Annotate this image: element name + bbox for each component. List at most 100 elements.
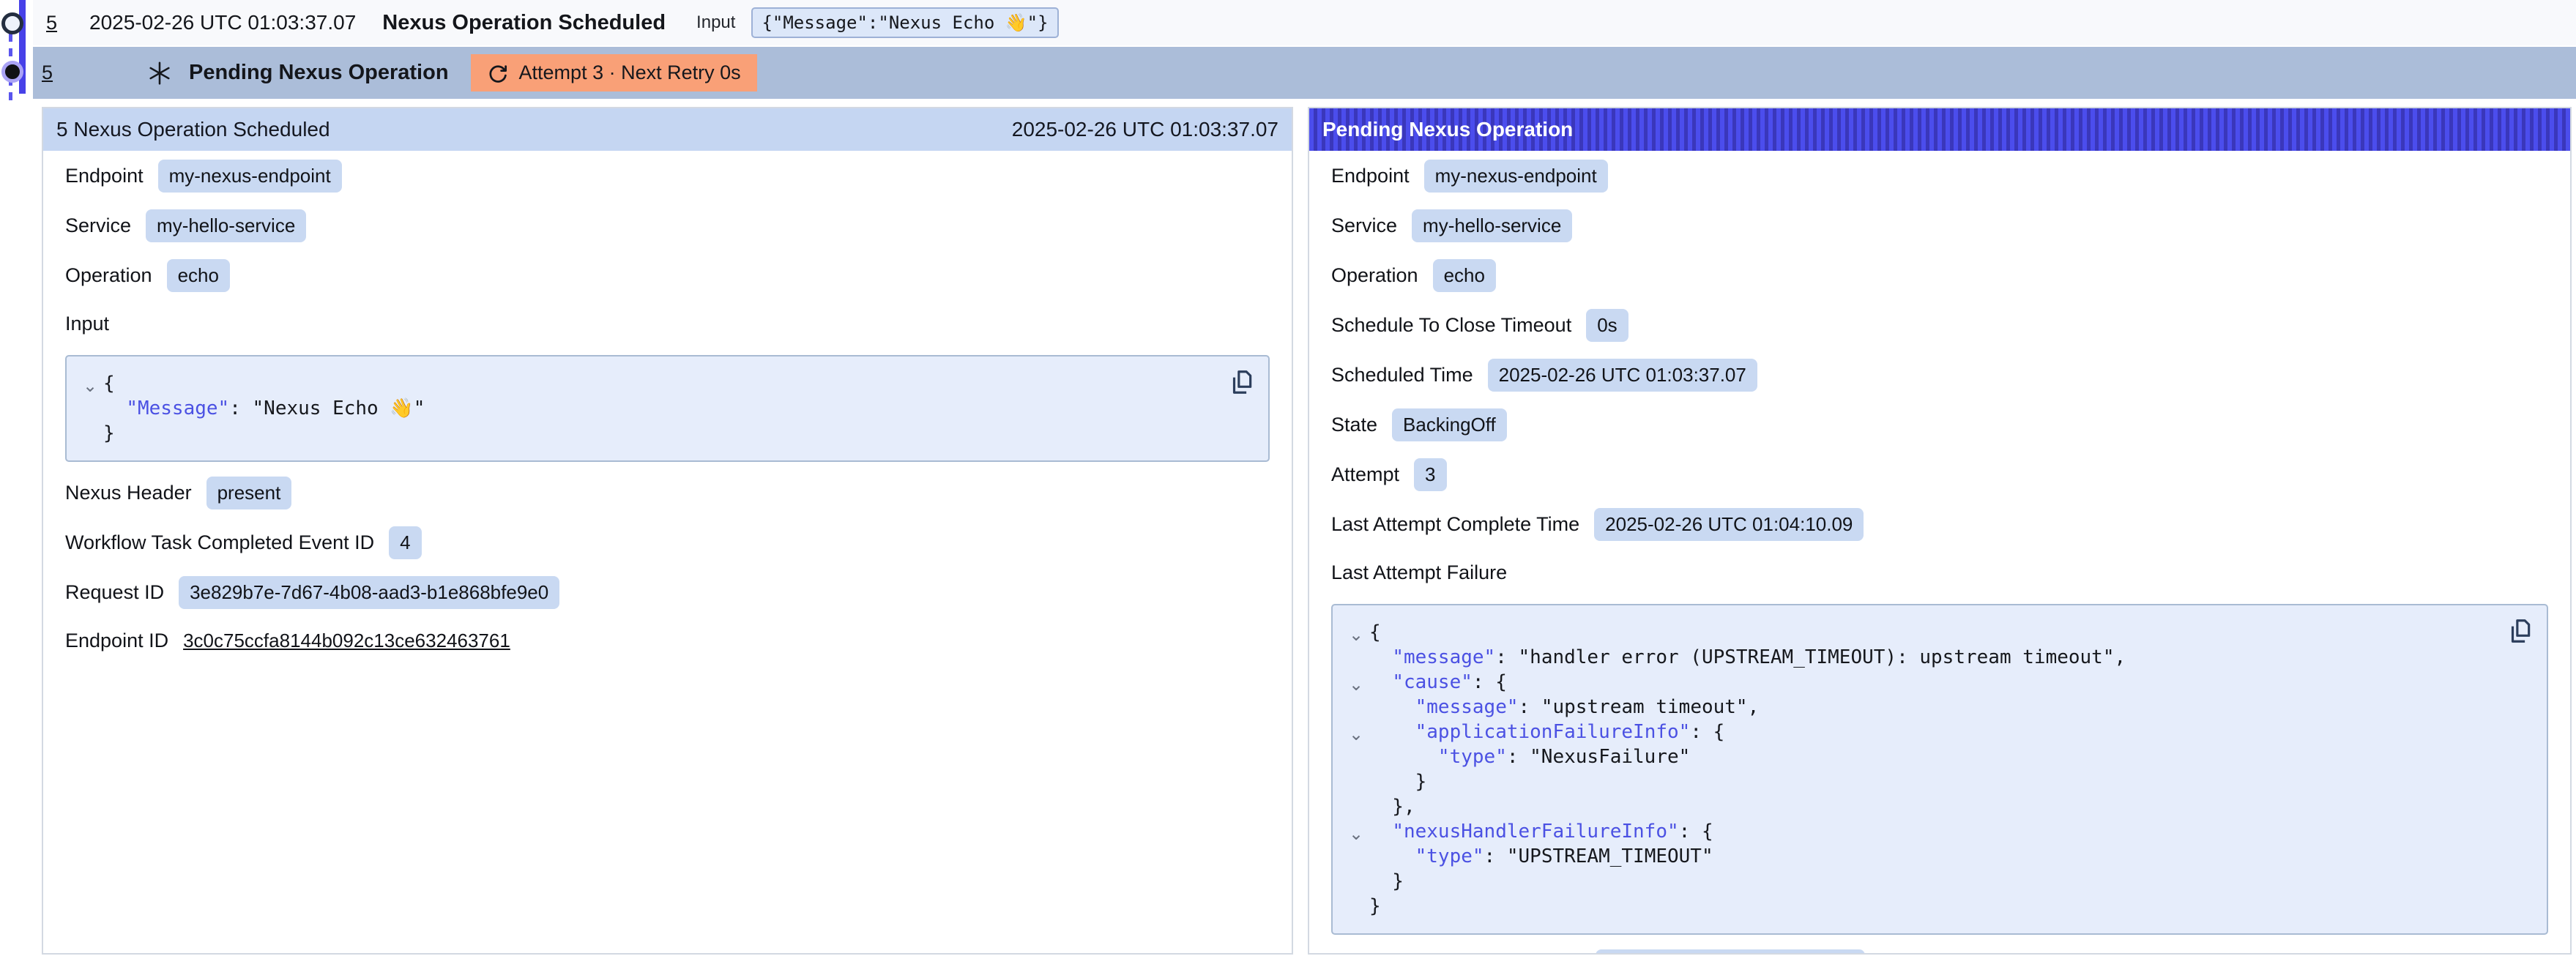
endpoint-id-value[interactable]: 3c0c75ccfa8144b092c13ce632463761 <box>183 628 510 654</box>
pending-operation-panel: Pending Nexus Operation Endpoint my-nexus… <box>1308 107 2572 955</box>
workflow-event-history-screen: 5 2025-02-26 UTC 01:03:37.07 Nexus Opera… <box>0 0 2576 956</box>
last-attempt-complete-time-value: 2025-02-26 UTC 01:04:10.09 <box>1594 508 1864 541</box>
code-line-text: } <box>1369 894 1381 919</box>
last-attempt-failure-field: Last Attempt Failure <box>1331 558 2548 587</box>
event-row-pending-nexus-operation[interactable]: 5 Pending Nexus Operation Attempt 3 · Ne… <box>33 47 2576 99</box>
workflow-task-completed-event-id-value: 4 <box>389 526 421 559</box>
code-line-text: { <box>103 371 115 396</box>
event-detail-panel-timestamp: 2025-02-26 UTC 01:03:37.07 <box>1012 118 1278 141</box>
event-detail-panel: 5 Nexus Operation Scheduled 2025-02-26 U… <box>42 107 1293 955</box>
input-json-block: ⌄{ "Message": "Nexus Echo 👋"} <box>65 355 1270 462</box>
last-attempt-complete-time-label: Last Attempt Complete Time <box>1331 513 1579 536</box>
event-input-preview-chip: {"Message":"Nexus Echo 👋"} <box>751 7 1058 38</box>
endpoint-id-label: Endpoint ID <box>65 630 168 652</box>
pending-operation-fields-top: Endpoint my-nexus-endpoint Service my-hello… <box>1331 160 2548 587</box>
event-detail-fields-top: Endpoint my-nexus-endpoint Service my-hello… <box>65 160 1270 338</box>
code-line-text: "type": "NexusFailure" <box>1369 744 1690 769</box>
event-detail-panel-body: Endpoint my-nexus-endpoint Service my-hello… <box>43 160 1292 679</box>
next-attempt-schedule-time-field: Next Attempt Schedule Time2025-02-26 UTC… <box>1331 949 2548 955</box>
event-detail-fields-bottom: Nexus HeaderpresentWorkflow Task Complet… <box>65 477 1270 655</box>
attempt-label: Attempt <box>1331 463 1399 486</box>
copy-button[interactable] <box>2503 614 2536 650</box>
operation-label: Operation <box>65 264 152 287</box>
operation-value: echo <box>1433 259 1496 292</box>
event-id-link[interactable]: 5 <box>46 12 57 34</box>
code-gutter <box>1343 772 1369 797</box>
code-line-text: } <box>1369 769 1426 794</box>
code-line-text: "type": "UPSTREAM_TIMEOUT" <box>1369 844 1713 869</box>
service-label: Service <box>65 214 131 237</box>
code-gutter <box>1343 698 1369 722</box>
request-id-field: Request ID 3e829b7e-7d67-4b08-aad3-b1e868… <box>65 576 1270 609</box>
nexus-header-field: Nexus Header present <box>65 477 1270 509</box>
code-line-text: { <box>1369 620 1381 645</box>
request-id-label: Request ID <box>65 581 164 604</box>
schedule-to-close-timeout-label: Schedule To Close Timeout <box>1331 314 1571 337</box>
code-gutter <box>77 399 103 424</box>
service-field: Service my-hello-service <box>65 209 1270 242</box>
operation-field: Operation echo <box>65 259 1270 292</box>
service-label: Service <box>1331 214 1397 237</box>
scheduled-time-field: Scheduled Time2025-02-26 UTC 01:03:37.07 <box>1331 359 2548 392</box>
timeline-marker-current-icon <box>1 61 23 83</box>
code-gutter <box>1343 747 1369 772</box>
collapse-chevron-icon[interactable]: ⌄ <box>1343 623 1369 648</box>
endpoint-value: my-nexus-endpoint <box>158 160 342 193</box>
service-value: my-hello-service <box>1412 209 1572 242</box>
timeline-rail <box>0 0 33 102</box>
attempt-field: Attempt 3 <box>1331 458 2548 491</box>
code-line-text: }, <box>1369 794 1415 819</box>
code-gutter <box>1343 847 1369 872</box>
pending-event-id-link[interactable]: 5 <box>42 61 53 84</box>
endpoint-label: Endpoint <box>1331 165 1410 187</box>
request-id-value: 3e829b7e-7d67-4b08-aad3-b1e868bfe9e0 <box>179 576 559 609</box>
timeline-marker-open-icon <box>1 12 23 34</box>
service-value: my-hello-service <box>146 209 306 242</box>
last-attempt-failure-label: Last Attempt Failure <box>1331 561 1507 584</box>
code-line-text: } <box>1369 869 1404 894</box>
endpoint-field: Endpoint my-nexus-endpoint <box>1331 160 2548 193</box>
collapse-chevron-icon[interactable]: ⌄ <box>1343 722 1369 747</box>
nexus-header-label: Nexus Header <box>65 482 192 504</box>
pending-operation-panel-title: Pending Nexus Operation <box>1322 118 1573 141</box>
copy-button[interactable] <box>1224 365 1258 401</box>
copy-icon <box>2506 617 2534 645</box>
code-line-text: "cause": { <box>1369 670 1507 695</box>
code-line-text: "nexusHandlerFailureInfo": { <box>1369 819 1713 844</box>
asterisk-pending-icon <box>146 60 173 86</box>
pending-event-title: Pending Nexus Operation <box>189 61 449 85</box>
retry-icon <box>487 62 509 84</box>
operation-field: Operationecho <box>1331 259 2548 292</box>
nexus-header-value: present <box>206 477 292 509</box>
failure-json-block: ⌄{ "message": "handler error (UPSTREAM_T… <box>1331 604 2548 935</box>
code-line-text: "message": "upstream timeout", <box>1369 695 1759 720</box>
attempt-badge-text: Attempt 3 · Next Retry 0s <box>519 61 741 84</box>
collapse-chevron-icon[interactable]: ⌄ <box>1343 673 1369 698</box>
pending-operation-fields-bottom: Next Attempt Schedule Time2025-02-26 UTC… <box>1331 949 2548 955</box>
pending-operation-panel-header: Pending Nexus Operation <box>1309 108 2570 151</box>
endpoint-value: my-nexus-endpoint <box>1424 160 1608 193</box>
scheduled-time-label: Scheduled Time <box>1331 364 1473 386</box>
endpoint-label: Endpoint <box>65 165 144 187</box>
code-gutter <box>1343 648 1369 673</box>
collapse-chevron-icon[interactable]: ⌄ <box>77 374 103 399</box>
code-line-text: "Message": "Nexus Echo 👋" <box>103 396 425 421</box>
attempt-value: 3 <box>1414 458 1446 491</box>
event-input-label: Input <box>696 12 735 33</box>
event-row-nexus-operation-scheduled[interactable]: 5 2025-02-26 UTC 01:03:37.07 Nexus Opera… <box>33 0 2576 45</box>
next-attempt-schedule-time-value: 2025-02-26 UTC 01:04:13.93 <box>1596 949 1865 955</box>
state-value: BackingOff <box>1392 408 1507 441</box>
state-label: State <box>1331 414 1377 436</box>
endpoint-id-field: Endpoint ID 3c0c75ccfa8144b092c13ce632463… <box>65 626 1270 655</box>
code-gutter <box>1343 897 1369 922</box>
schedule-to-close-timeout-field: Schedule To Close Timeout0s <box>1331 309 2548 342</box>
code-line-text: "message": "handler error (UPSTREAM_TIME… <box>1369 645 2126 670</box>
input-field: Input <box>65 309 1270 338</box>
collapse-chevron-icon[interactable]: ⌄ <box>1343 822 1369 847</box>
last-attempt-complete-time-field: Last Attempt Complete Time 2025-02-26 UTC… <box>1331 508 2548 541</box>
event-detail-panel-title: 5 Nexus Operation Scheduled <box>56 118 330 141</box>
event-title: Nexus Operation Scheduled <box>382 11 666 35</box>
input-json-code: ⌄{ "Message": "Nexus Echo 👋"} <box>77 371 1254 446</box>
operation-value: echo <box>167 259 230 292</box>
copy-icon <box>1227 368 1255 396</box>
